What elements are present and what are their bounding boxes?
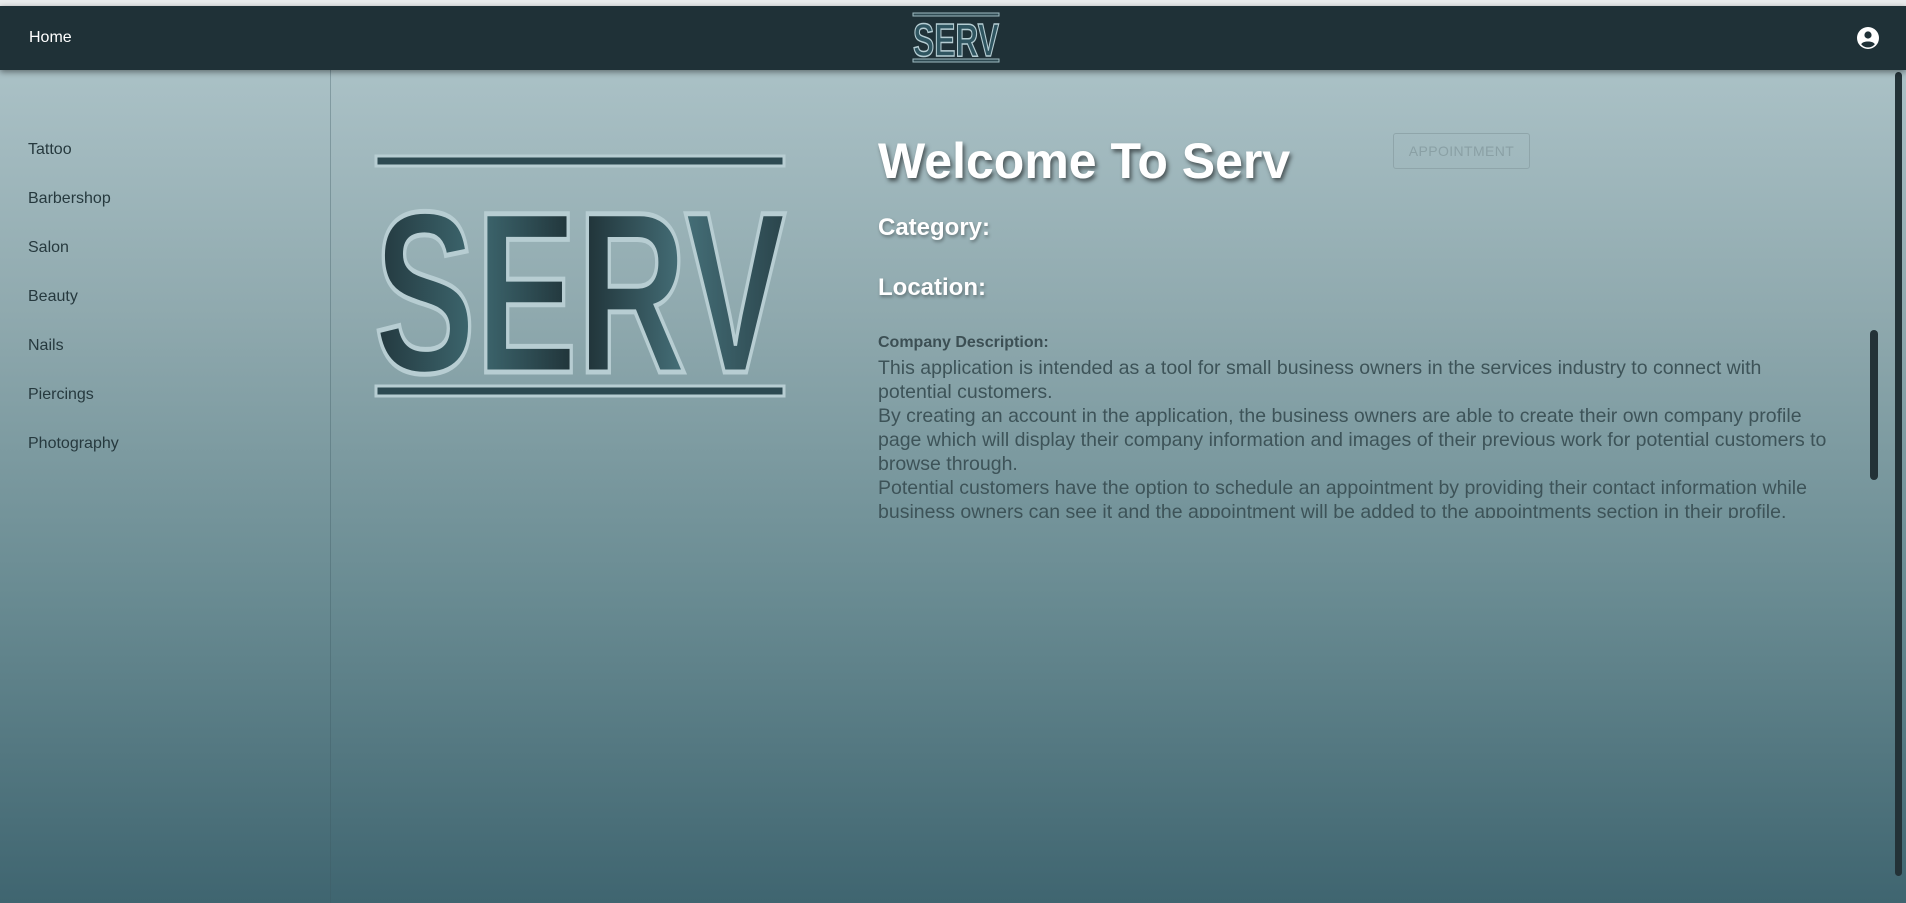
sidebar-item-salon[interactable]: Salon [28, 239, 69, 257]
sidebar-item-nails[interactable]: Nails [28, 337, 64, 355]
location-label: Location: [878, 274, 986, 301]
description-line: browse through. [878, 453, 1018, 475]
sidebar-item-beauty[interactable]: Beauty [28, 288, 78, 306]
appointment-button[interactable]: APPOINTMENT [1393, 133, 1530, 169]
page-title: Welcome To Serv [878, 133, 1291, 189]
app-bar: Home SERV [0, 6, 1906, 70]
description-line: By creating an account in the applicatio… [878, 405, 1802, 427]
sidebar-item-piercings[interactable]: Piercings [28, 386, 94, 404]
page-scrollbar-thumb[interactable] [1895, 72, 1902, 876]
sidebar-item-tattoo[interactable]: Tattoo [28, 141, 72, 159]
description-line: This application is intended as a tool f… [878, 357, 1762, 379]
description-label: Company Description: [878, 334, 1049, 351]
category-label: Category: [878, 214, 991, 241]
sidebar-item-photography[interactable]: Photography [28, 435, 119, 453]
account-circle-icon[interactable] [1856, 26, 1880, 50]
description-line: potential customers. [878, 381, 1053, 403]
description-scroll-area[interactable]: This application is intended as a tool f… [878, 356, 1868, 518]
serv-logo-large-text: SERV [374, 164, 786, 406]
description-line: Potential customers have the option to s… [878, 477, 1807, 499]
home-link[interactable]: Home [29, 29, 72, 47]
serv-logo-small-text: SERV [913, 14, 999, 66]
serv-logo-small[interactable]: SERV [909, 10, 1005, 66]
category-sidebar: Tattoo Barbershop Salon Beauty Nails Pie… [0, 70, 331, 903]
serv-logo-large: SERV [372, 154, 789, 406]
description-line: business owners can see it and the appoi… [878, 501, 1787, 518]
description-line: page which will display their company in… [878, 429, 1827, 451]
sidebar-item-barbershop[interactable]: Barbershop [28, 190, 111, 208]
description-scrollbar-thumb[interactable] [1870, 330, 1878, 480]
